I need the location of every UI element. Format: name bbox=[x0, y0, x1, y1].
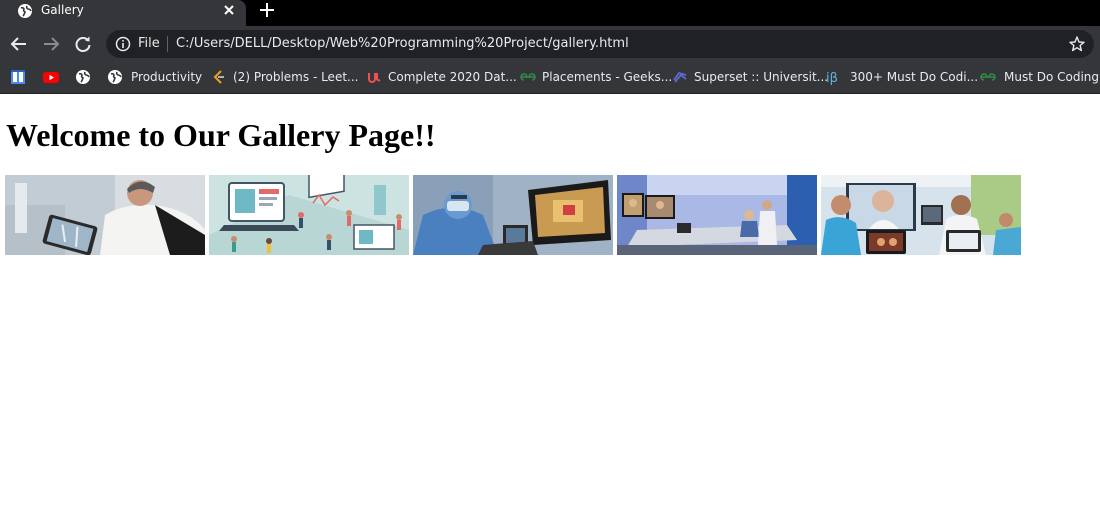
svg-text:iβ: iβ bbox=[826, 71, 838, 85]
close-icon[interactable] bbox=[221, 2, 237, 18]
gallery-image-digital-health[interactable] bbox=[209, 175, 409, 255]
bookmark-geeksforgeeks[interactable]: Must Do Coding Q bbox=[980, 66, 1100, 88]
bookmark-superset[interactable]: Superset :: Universit... bbox=[672, 66, 828, 88]
apps-icon bbox=[10, 69, 26, 85]
bookmark-productivity[interactable]: Productivity bbox=[107, 66, 202, 88]
geeksforgeeks-icon bbox=[980, 69, 996, 85]
gallery-image-conference-room[interactable] bbox=[617, 175, 817, 255]
bookmark-label: Productivity bbox=[131, 70, 203, 84]
bookmarks-bar: Productivity (2) Problems - Leet... Comp… bbox=[0, 62, 1100, 94]
bookmark-label: (2) Problems - Leet... bbox=[233, 70, 359, 84]
geeksforgeeks-icon bbox=[520, 69, 536, 85]
tab-strip: Gallery bbox=[0, 0, 1100, 26]
arrow-left-icon[interactable] bbox=[9, 34, 29, 54]
bookmark-udemy[interactable]: Complete 2020 Dat... bbox=[366, 66, 517, 88]
interviewbit-icon: iβ bbox=[826, 69, 842, 86]
tab-title: Gallery bbox=[41, 3, 84, 17]
info-icon[interactable] bbox=[115, 36, 131, 52]
superset-icon bbox=[672, 69, 688, 85]
star-icon[interactable] bbox=[1068, 35, 1086, 53]
bookmark-interviewbit[interactable]: iβ 300+ Must Do Codi... bbox=[826, 66, 978, 88]
bookmark-globe[interactable] bbox=[75, 66, 93, 88]
plus-icon[interactable] bbox=[257, 0, 277, 20]
gallery-image-surgeon-monitor[interactable] bbox=[413, 175, 613, 255]
globe-icon bbox=[17, 3, 33, 19]
bookmark-label: Must Do Coding Q bbox=[1004, 70, 1100, 84]
bookmark-geeksforgeeks[interactable]: Placements - Geeks... bbox=[520, 66, 672, 88]
bookmark-label: Superset :: Universit... bbox=[694, 70, 829, 84]
address-bar[interactable]: File C:/Users/DELL/Desktop/Web%20Program… bbox=[106, 30, 1094, 58]
globe-icon bbox=[107, 69, 123, 85]
bookmark-label: Complete 2020 Dat... bbox=[388, 70, 517, 84]
page-title: Welcome to Our Gallery Page!! bbox=[6, 117, 436, 153]
globe-icon bbox=[75, 69, 91, 85]
page-content: Welcome to Our Gallery Page!! bbox=[0, 95, 1100, 525]
gallery-image-doctor-tablet[interactable] bbox=[5, 175, 205, 255]
divider bbox=[167, 36, 168, 52]
scheme-label: File bbox=[138, 36, 160, 51]
url-text[interactable]: C:/Users/DELL/Desktop/Web%20Programming%… bbox=[176, 36, 629, 52]
bookmark-label: 300+ Must Do Codi... bbox=[850, 70, 979, 84]
tab-gallery[interactable]: Gallery bbox=[0, 0, 246, 26]
youtube-icon bbox=[43, 69, 59, 85]
udemy-icon bbox=[366, 69, 382, 85]
bookmark-youtube[interactable] bbox=[43, 66, 61, 88]
bookmark-label: Placements - Geeks... bbox=[542, 70, 673, 84]
leetcode-icon bbox=[211, 69, 227, 85]
reload-icon[interactable] bbox=[73, 34, 93, 54]
bookmark-apps[interactable] bbox=[10, 66, 28, 88]
arrow-right-icon[interactable] bbox=[41, 34, 61, 54]
browser-toolbar: File C:/Users/DELL/Desktop/Web%20Program… bbox=[0, 26, 1100, 62]
bookmark-leetcode[interactable]: (2) Problems - Leet... bbox=[211, 66, 358, 88]
gallery-image-team-video-call[interactable] bbox=[821, 175, 1021, 255]
